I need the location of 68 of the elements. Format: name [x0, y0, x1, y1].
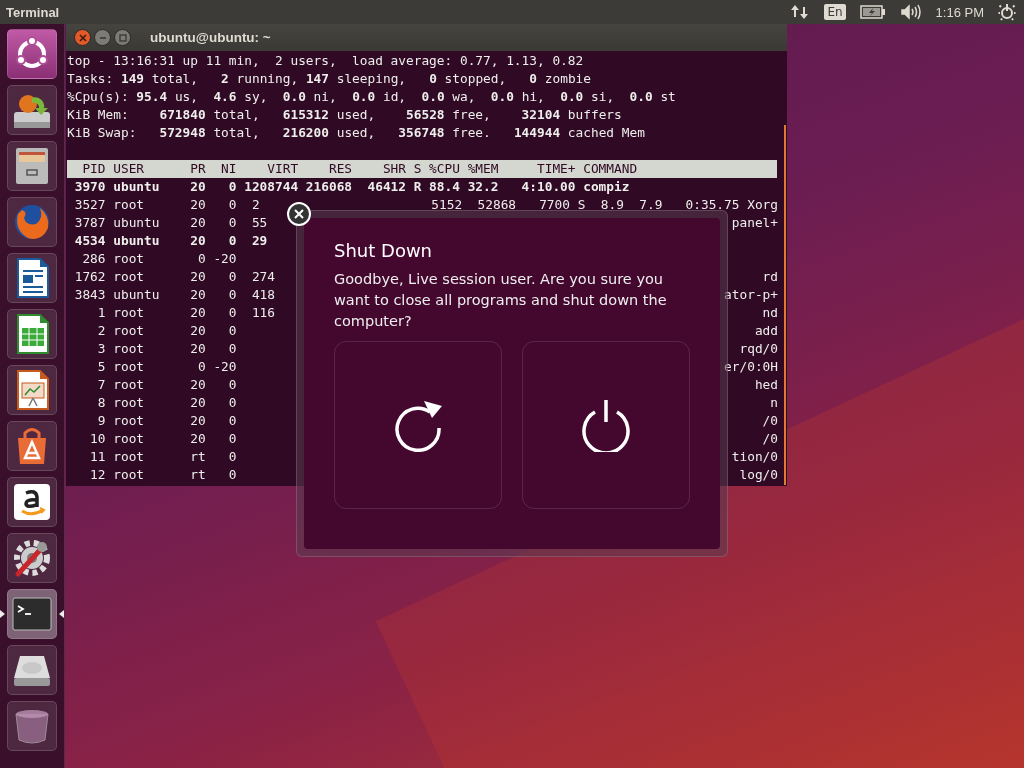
power-settings-icon[interactable] [998, 3, 1016, 21]
dash-launcher-icon[interactable] [7, 29, 57, 79]
restart-button[interactable] [334, 341, 502, 509]
process-row-text: 1 root 20 0 116 [96, 304, 276, 322]
process-row-text: 1762 root 20 0 274 [73, 268, 276, 286]
impress-launcher-icon[interactable] [7, 365, 57, 415]
process-row-text: 286 root 0 -20 [81, 250, 237, 268]
process-row-text: 4534 ubuntu 20 0 29 [73, 232, 268, 250]
terminal-launcher-icon[interactable] [7, 589, 57, 639]
drive-launcher-icon[interactable] [7, 645, 57, 695]
volume-icon[interactable] [899, 4, 922, 20]
app-title: Terminal [6, 4, 60, 20]
process-row: /0 [762, 412, 778, 430]
browser-launcher-icon[interactable] [7, 197, 57, 247]
process-row-text: 7 root 20 0 [96, 376, 237, 394]
process-row-text: 10 root 20 0 [89, 430, 237, 448]
keyboard-layout-indicator[interactable]: En [824, 4, 846, 20]
process-row: 5152 52868 7700 S 8.9 7.9 0:35.75 Xorg [431, 196, 778, 214]
terminal-line: KiB Swap: 572948 total, 216200 used, 356748 free. 144944 cached Mem [67, 124, 646, 142]
process-row: hed [754, 376, 778, 394]
settings-launcher-icon[interactable] [7, 533, 57, 583]
minimize-button[interactable] [94, 29, 111, 46]
process-row: tion/0 [731, 448, 778, 466]
process-row-text: 12 root rt 0 [89, 466, 237, 484]
trash-launcher-icon[interactable] [7, 701, 57, 751]
window-title: ubuntu@ubuntu: ~ [150, 30, 271, 45]
process-row-text: 9 root 20 0 [96, 412, 237, 430]
maximize-button[interactable] [114, 29, 131, 46]
running-indicator-icon [0, 610, 5, 618]
process-row-text: 3843 ubuntu 20 0 418 [73, 286, 276, 304]
close-icon [78, 33, 87, 42]
process-row: er/0:0H [724, 358, 778, 376]
network-icon[interactable] [790, 3, 811, 21]
files-launcher-icon[interactable] [7, 141, 57, 191]
battery-icon[interactable] [859, 5, 886, 19]
terminal-line: top - 13:16:31 up 11 min, 2 users, load average: 0.77, 1.13, 0.82 [67, 52, 585, 70]
terminal-line: %Cpu(s): 95.4 us, 4.6 sy, 0.0 ni, 0.0 id, 0.0 wa, 0.0 hi, 0.0 si, 0.0 st [67, 88, 677, 106]
process-row-text: 3970 ubuntu 20 0 1208744 216068 46412 R 88.4 32.2 4:10.00 compiz [73, 178, 630, 196]
process-row: /0 [762, 430, 778, 448]
process-row: ator-p+ [724, 286, 778, 304]
terminal-line: KiB Mem: 671840 total, 615312 used, 56528 free, 32104 buffers [67, 106, 623, 124]
process-row: log/0 [739, 466, 778, 484]
installer-launcher-icon[interactable] [7, 85, 57, 135]
maximize-icon [118, 33, 127, 42]
process-row: nd [762, 304, 778, 322]
process-row-text: 2 root 20 0 [96, 322, 237, 340]
restart-icon [392, 398, 444, 452]
clock[interactable]: 1:16 PM [935, 4, 984, 20]
process-row-text: 8 root 20 0 [96, 394, 237, 412]
process-row-text: 5 root 0 -20 [96, 358, 237, 376]
process-row: panel+ [731, 214, 778, 232]
process-table-header: PID USER PR NI VIRT RES SHR S %CPU %MEM TIME+ COMMAND [67, 160, 777, 178]
dialog-title: Shut Down [334, 240, 434, 261]
process-row: rqd/0 [739, 340, 778, 358]
process-row: add [754, 322, 778, 340]
power-icon [580, 398, 632, 452]
process-row-text: 3527 root 20 0 2 [73, 196, 260, 214]
terminal-line: Tasks: 149 total, 2 running, 147 sleeping, 0 stopped, 0 zombie [67, 70, 592, 88]
software-launcher-icon[interactable] [7, 421, 57, 471]
process-row-text: 3 root 20 0 [96, 340, 237, 358]
process-row: rd [762, 268, 778, 286]
writer-launcher-icon[interactable] [7, 253, 57, 303]
process-row-text: 11 root rt 0 [89, 448, 237, 466]
shop-launcher-icon[interactable] [7, 477, 57, 527]
process-row: n [770, 394, 778, 412]
calc-launcher-icon[interactable] [7, 309, 57, 359]
process-row-text: 3787 ubuntu 20 0 55 [73, 214, 268, 232]
dialog-message: Goodbye, Live session user. Are you sure you want to close all programs and shut down the computer? [334, 270, 668, 331]
